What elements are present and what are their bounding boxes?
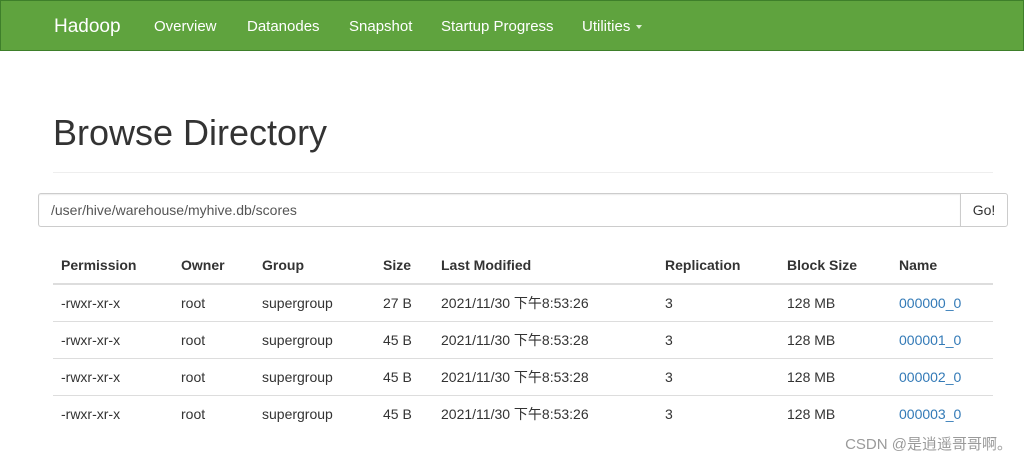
caret-down-icon bbox=[636, 25, 643, 30]
cell-owner: root bbox=[181, 294, 206, 311]
table-row: -rwxr-xr-x root supergroup 45 B 2021/11/… bbox=[53, 394, 993, 432]
cell-permission: -rwxr-xr-x bbox=[61, 294, 121, 311]
nav-datanodes[interactable]: Datanodes bbox=[247, 1, 320, 52]
cell-owner: root bbox=[173, 320, 254, 358]
page-title: Browse Directory bbox=[53, 112, 328, 153]
directory-table: Permission Owner Group Size Last Modifie… bbox=[53, 246, 993, 432]
column-header-last-modified[interactable]: Last Modified bbox=[433, 246, 657, 285]
file-link[interactable]: 000002_0 bbox=[899, 369, 961, 385]
column-header-group[interactable]: Group bbox=[254, 246, 375, 285]
cell-group: supergroup bbox=[254, 320, 375, 358]
cell-last-modified: 2021/11/30 下午8:53:26 bbox=[441, 294, 589, 311]
cell-owner: root bbox=[173, 394, 254, 432]
path-input-group: Go! bbox=[38, 193, 1008, 227]
cell-last-modified: 2021/11/30 下午8:53:26 bbox=[433, 394, 657, 432]
file-link[interactable]: 000003_0 bbox=[899, 406, 961, 422]
brand-link[interactable]: Hadoop bbox=[54, 1, 121, 52]
cell-group: supergroup bbox=[262, 294, 333, 311]
cell-permission: -rwxr-xr-x bbox=[53, 320, 173, 358]
cell-size: 45 B bbox=[375, 394, 433, 432]
nav-snapshot[interactable]: Snapshot bbox=[349, 1, 412, 52]
table-header-row: Permission Owner Group Size Last Modifie… bbox=[53, 246, 993, 285]
cell-block-size: 128 MB bbox=[779, 320, 891, 358]
cell-name: 000001_0 bbox=[891, 320, 993, 358]
table-row: -rwxr-xr-x root supergroup 27 B 2021/11/… bbox=[53, 284, 993, 321]
table-row: -rwxr-xr-x root supergroup 45 B 2021/11/… bbox=[53, 357, 993, 395]
cell-replication: 3 bbox=[657, 394, 779, 432]
cell-permission: -rwxr-xr-x bbox=[53, 357, 173, 395]
cell-group: supergroup bbox=[254, 394, 375, 432]
file-link[interactable]: 000000_0 bbox=[899, 295, 961, 311]
nav-overview[interactable]: Overview bbox=[154, 1, 217, 52]
cell-last-modified: 2021/11/30 下午8:53:28 bbox=[433, 320, 657, 358]
top-navbar: Hadoop Overview Datanodes Snapshot Start… bbox=[0, 0, 1024, 51]
column-header-owner[interactable]: Owner bbox=[173, 246, 254, 285]
nav-utilities[interactable]: Utilities bbox=[582, 1, 643, 52]
column-header-name[interactable]: Name bbox=[891, 246, 993, 285]
cell-name: 000000_0 bbox=[891, 284, 993, 321]
column-header-permission[interactable]: Permission bbox=[53, 246, 173, 285]
cell-size: 27 B bbox=[383, 294, 412, 311]
file-link[interactable]: 000001_0 bbox=[899, 332, 961, 348]
cell-last-modified: 2021/11/30 下午8:53:28 bbox=[433, 357, 657, 395]
column-header-block-size[interactable]: Block Size bbox=[779, 246, 891, 285]
go-button[interactable]: Go! bbox=[960, 193, 1008, 227]
cell-group: supergroup bbox=[254, 357, 375, 395]
cell-block-size: 128 MB bbox=[779, 394, 891, 432]
cell-replication: 3 bbox=[657, 320, 779, 358]
directory-path-input[interactable] bbox=[38, 193, 960, 227]
cell-size: 45 B bbox=[375, 320, 433, 358]
nav-startup-progress[interactable]: Startup Progress bbox=[441, 1, 554, 52]
column-header-size[interactable]: Size bbox=[375, 246, 433, 285]
cell-replication: 3 bbox=[657, 357, 779, 395]
cell-block-size: 128 MB bbox=[779, 357, 891, 395]
cell-permission: -rwxr-xr-x bbox=[53, 394, 173, 432]
cell-size: 45 B bbox=[375, 357, 433, 395]
table-row: -rwxr-xr-x root supergroup 45 B 2021/11/… bbox=[53, 320, 993, 358]
cell-name: 000003_0 bbox=[891, 394, 993, 432]
nav-utilities-label: Utilities bbox=[582, 18, 631, 35]
csdn-watermark: CSDN @是逍遥哥哥啊。 bbox=[845, 436, 1012, 453]
cell-replication: 3 bbox=[665, 294, 673, 311]
cell-block-size: 128 MB bbox=[787, 294, 836, 311]
cell-owner: root bbox=[173, 357, 254, 395]
title-divider bbox=[53, 172, 993, 173]
column-header-replication[interactable]: Replication bbox=[657, 246, 779, 285]
cell-name: 000002_0 bbox=[891, 357, 993, 395]
